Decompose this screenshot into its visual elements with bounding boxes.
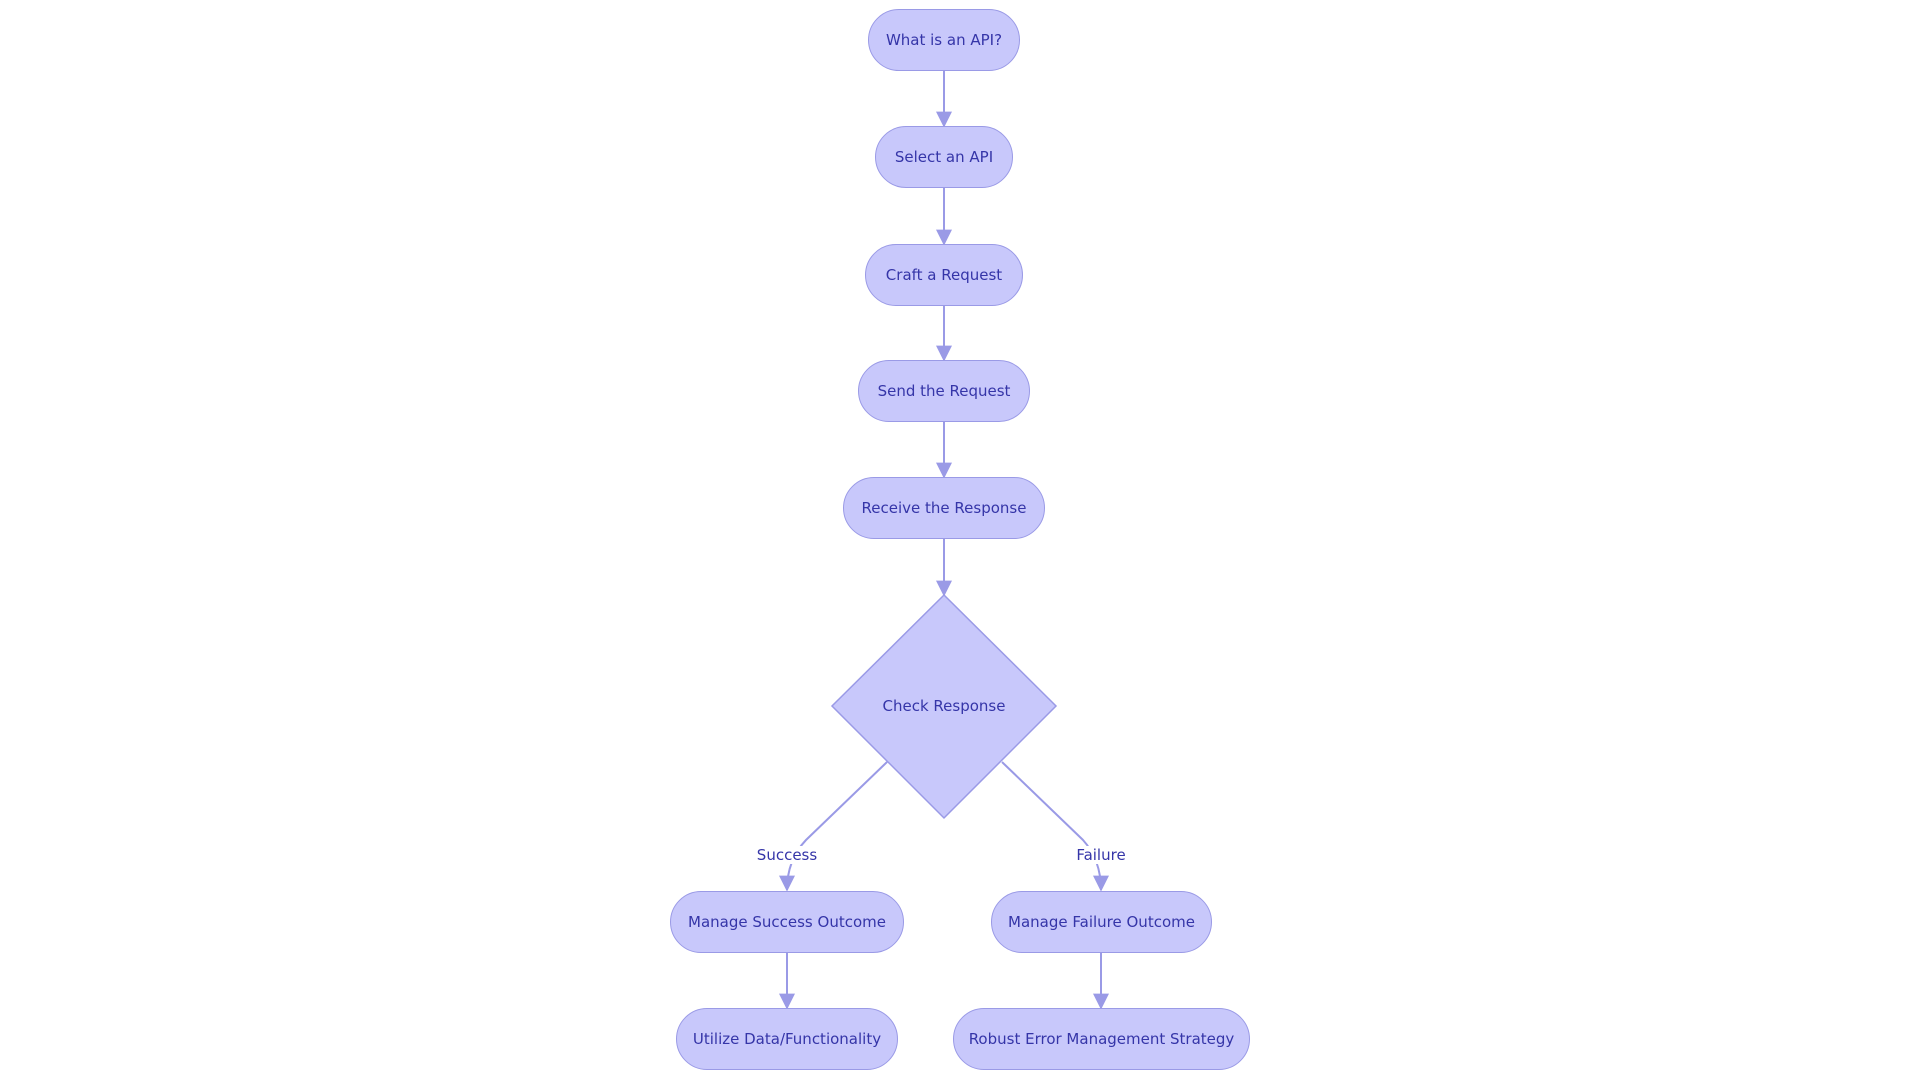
edge-check-to-failure [1001,761,1109,892]
node-label: Manage Success Outcome [688,913,886,931]
node-receive-response: Receive the Response [843,477,1045,539]
node-label: Manage Failure Outcome [1008,913,1195,931]
node-label: Craft a Request [885,266,1003,284]
edge-check-to-success [779,761,888,892]
node-utilize-data: Utilize Data/Functionality [676,1008,898,1070]
node-label: Utilize Data/Functionality [692,1030,882,1048]
edge-label-failure: Failure [1076,846,1126,864]
edge-label-success: Success [756,846,818,864]
node-label: Receive the Response [861,499,1027,517]
node-craft-request: Craft a Request [865,244,1023,306]
node-label: Send the Request [877,382,1011,400]
node-label: Robust Error Management Strategy [968,1030,1235,1048]
node-manage-success: Manage Success Outcome [670,891,904,953]
node-send-request: Send the Request [858,360,1030,422]
node-check-response-label: Check Response [882,697,1006,715]
node-robust-error: Robust Error Management Strategy [953,1008,1250,1070]
node-what-is-api: What is an API? [868,9,1020,71]
node-label: What is an API? [885,31,1003,49]
node-label: Select an API [894,148,994,166]
node-select-api: Select an API [875,126,1013,188]
node-manage-failure: Manage Failure Outcome [991,891,1212,953]
